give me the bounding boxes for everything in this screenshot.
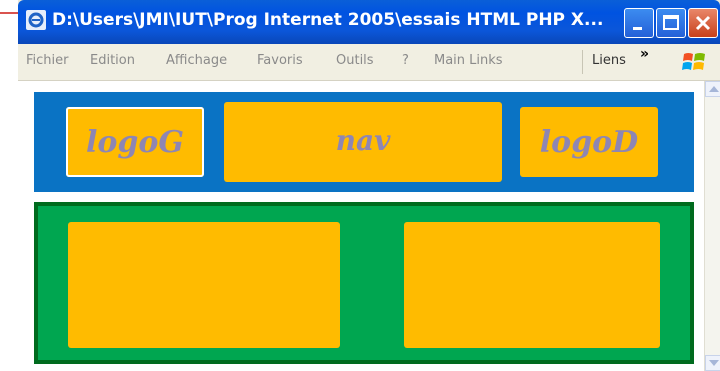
links-label[interactable]: Liens bbox=[592, 53, 626, 68]
maximize-button[interactable] bbox=[656, 8, 686, 38]
scroll-up-button[interactable] bbox=[705, 81, 720, 97]
menu-affichage[interactable]: Affichage bbox=[166, 53, 227, 68]
nav-label: nav bbox=[335, 124, 391, 157]
close-icon bbox=[695, 15, 711, 31]
window-title: D:\Users\JMI\IUT\Prog Internet 2005\essa… bbox=[52, 10, 604, 30]
internet-explorer-icon bbox=[26, 10, 46, 30]
logo-right-label: logoD bbox=[539, 125, 639, 160]
chevron-down-icon bbox=[709, 360, 719, 366]
minimize-button[interactable] bbox=[624, 8, 654, 38]
chevron-more-icon[interactable]: » bbox=[640, 46, 649, 62]
header-banner: logoG nav logoD bbox=[34, 92, 694, 192]
content-box-right bbox=[404, 222, 660, 348]
content-panel bbox=[34, 202, 694, 364]
close-button[interactable] bbox=[688, 8, 718, 38]
minimize-icon bbox=[633, 27, 642, 30]
menu-fichier[interactable]: Fichier bbox=[26, 53, 69, 68]
browser-window: D:\Users\JMI\IUT\Prog Internet 2005\essa… bbox=[18, 0, 720, 371]
logo-left-label: logoG bbox=[85, 125, 184, 160]
page-content: logoG nav logoD bbox=[18, 81, 704, 371]
menu-favoris[interactable]: Favoris bbox=[257, 53, 303, 68]
logo-right-box: logoD bbox=[520, 107, 658, 177]
menu-help[interactable]: ? bbox=[402, 53, 409, 68]
vertical-scrollbar[interactable] bbox=[704, 81, 720, 371]
title-bar[interactable]: D:\Users\JMI\IUT\Prog Internet 2005\essa… bbox=[18, 0, 720, 44]
content-box-left bbox=[68, 222, 340, 348]
menu-outils[interactable]: Outils bbox=[336, 53, 374, 68]
menu-bar: Fichier Edition Affichage Favoris Outils… bbox=[18, 44, 720, 81]
menu-separator bbox=[582, 50, 583, 74]
scroll-down-button[interactable] bbox=[705, 355, 720, 371]
menu-edition[interactable]: Edition bbox=[90, 53, 135, 68]
nav-box: nav bbox=[224, 102, 502, 182]
chevron-up-icon bbox=[709, 86, 719, 92]
maximize-icon bbox=[663, 15, 679, 30]
menu-main-links[interactable]: Main Links bbox=[434, 53, 503, 68]
logo-left-box: logoG bbox=[66, 107, 204, 177]
windows-logo-icon bbox=[682, 53, 705, 70]
